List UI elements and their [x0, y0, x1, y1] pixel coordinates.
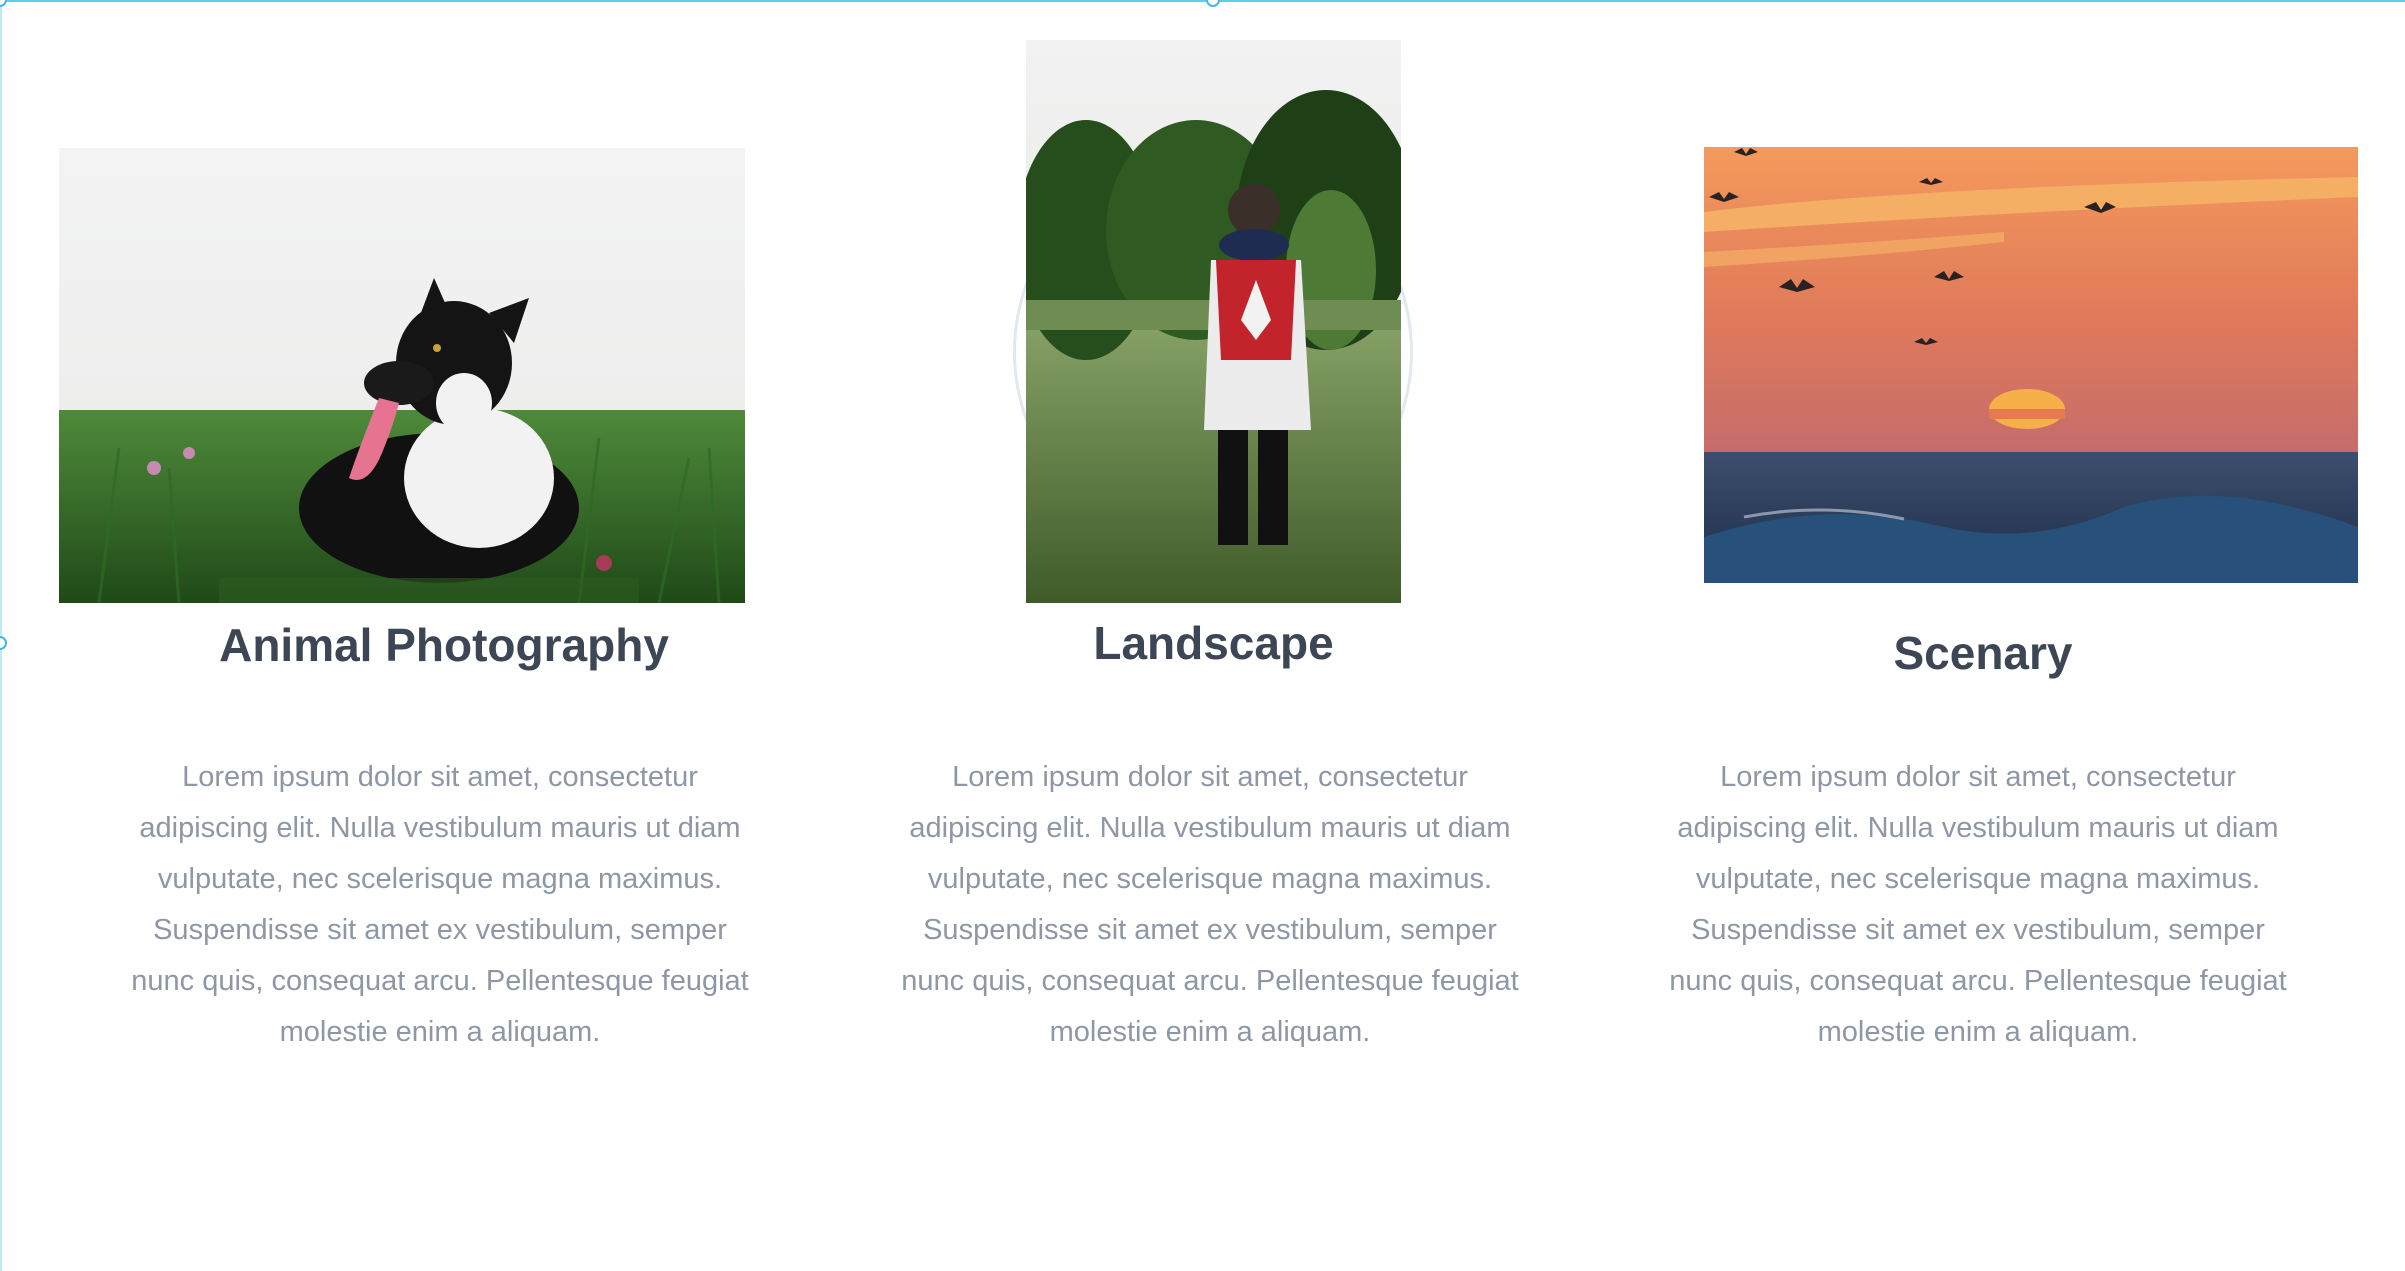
- selection-frame-top: [0, 0, 2405, 2]
- column-body-landscape: Lorem ipsum dolor sit amet, consectetur …: [901, 761, 1519, 1048]
- sunset-sea-photo[interactable]: [1704, 147, 2358, 583]
- column-title-scenary: Scenary: [1893, 627, 2073, 679]
- editor-canvas: Animal Photography Lorem ipsum dolor sit…: [0, 0, 2405, 1271]
- resize-handle-top-middle[interactable]: [1206, 0, 1220, 7]
- column-body-scenary: Lorem ipsum dolor sit amet, consectetur …: [1669, 761, 2287, 1048]
- dog-photo[interactable]: [59, 148, 745, 603]
- child-with-flag-photo[interactable]: [1026, 40, 1401, 603]
- column-title-animal-photography: Animal Photography: [219, 619, 669, 671]
- resize-handle-middle-left[interactable]: [0, 636, 7, 650]
- column-body-animal-photography: Lorem ipsum dolor sit amet, consectetur …: [131, 761, 749, 1048]
- resize-handle-top-left[interactable]: [0, 0, 7, 7]
- column-title-landscape: Landscape: [1093, 617, 1334, 669]
